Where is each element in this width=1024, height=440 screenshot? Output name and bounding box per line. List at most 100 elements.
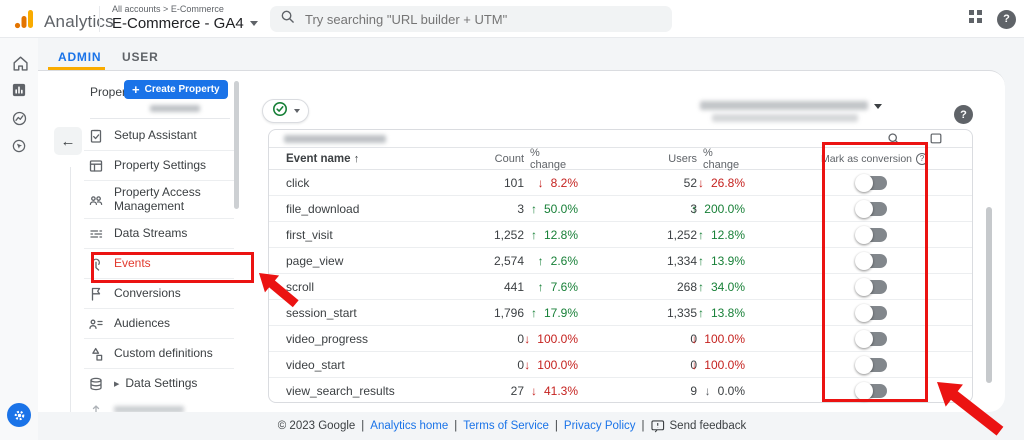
database-icon <box>88 376 104 392</box>
content-scrollbar[interactable] <box>986 207 992 383</box>
tab-user[interactable]: USER <box>122 50 159 64</box>
table-search-icon[interactable] <box>887 132 900 150</box>
count-cell: 1,252 <box>444 228 524 242</box>
mark-as-conversion-toggle[interactable] <box>857 202 887 216</box>
pct-change-value: 12.8% <box>711 228 745 242</box>
pct-change-value: 8.2% <box>551 176 578 190</box>
sidebar-item-label: Data Streams <box>114 227 187 241</box>
sidebar-item-property-access-management[interactable]: Property Access Management <box>84 181 234 219</box>
apps-grid-icon[interactable] <box>968 9 983 29</box>
window-icon <box>88 158 104 174</box>
pct-change-value: 50.0% <box>544 202 578 216</box>
ga4-admin-page: Analytics All accounts > E-Commerce E-Co… <box>0 0 1024 440</box>
arrow-up-icon: ↑ <box>691 202 697 216</box>
arrow-up-icon: ↑ <box>531 228 537 242</box>
column-mark-as-conversion: Mark as conversion ? <box>745 153 972 165</box>
arrow-down-icon: ↓ <box>691 332 697 346</box>
footer-link[interactable]: Analytics home <box>370 420 448 432</box>
sidebar-item-cut-off[interactable] <box>84 401 234 412</box>
toggle-knob <box>855 382 873 400</box>
mark-as-conversion-toggle[interactable] <box>857 358 887 372</box>
sidebar-item-setup-assistant[interactable]: Setup Assistant <box>84 121 234 151</box>
sidebar-item-events[interactable]: Events <box>84 249 234 279</box>
sidebar-item-data-settings[interactable]: ▶Data Settings <box>84 369 234 399</box>
help-icon[interactable]: ? <box>954 105 973 124</box>
mark-as-conversion-toggle[interactable] <box>857 280 887 294</box>
pct-change-value: 0.0% <box>718 384 745 398</box>
feedback-icon <box>651 420 665 433</box>
mark-as-conversion-toggle[interactable] <box>857 176 887 190</box>
streams-icon <box>88 226 104 242</box>
search-input[interactable] <box>305 12 645 27</box>
sidebar-item-custom-definitions[interactable]: Custom definitions <box>84 339 234 369</box>
send-feedback[interactable]: Send feedback <box>651 420 747 433</box>
help-icon[interactable]: ? <box>997 10 1016 29</box>
pct-change-cell: ↑200.0% <box>697 202 745 216</box>
chevron-down-icon <box>874 104 882 109</box>
create-property-button[interactable]: + Create Property <box>124 80 228 99</box>
users-cell: 1,335 <box>578 306 697 320</box>
sidebar-item-data-streams[interactable]: Data Streams <box>84 219 234 249</box>
toggle-knob <box>855 304 873 322</box>
property-menu: Setup AssistantProperty Settings Property… <box>84 121 234 399</box>
sidebar-item-property-settings[interactable]: Property Settings <box>84 151 234 181</box>
copyright-text: © 2023 Google <box>278 420 356 432</box>
pct-change-value: 41.3% <box>544 384 578 398</box>
event-status-filter[interactable] <box>262 99 309 123</box>
mark-as-conversion-toggle[interactable] <box>857 254 887 268</box>
count-cell: 0 <box>444 332 524 346</box>
redacted-compare-range <box>712 114 858 122</box>
mark-as-conversion-toggle[interactable] <box>857 384 887 398</box>
arrow-up-icon: ↑ <box>698 228 704 242</box>
count-cell: 2,574 <box>444 254 524 268</box>
pct-change-cell: ↑12.8% <box>524 228 578 242</box>
event-name-cell: session_start <box>269 306 444 320</box>
breadcrumb-chevron-icon: > <box>163 4 168 14</box>
mark-as-conversion-toggle[interactable] <box>857 332 887 346</box>
pct-change-value: 100.0% <box>537 332 578 346</box>
global-search[interactable] <box>270 6 672 32</box>
column-event-name[interactable]: Event name ↑ <box>269 153 444 165</box>
event-name-cell: scroll <box>269 280 444 294</box>
conversion-cell <box>745 254 972 268</box>
toggle-knob <box>855 200 873 218</box>
arrow-up-icon: ↑ <box>531 202 537 216</box>
footer-link[interactable]: Terms of Service <box>463 420 549 432</box>
export-icon[interactable] <box>929 131 943 150</box>
pct-change-cell: ↑13.9% <box>697 254 745 268</box>
table-row: file_download3↑50.0%3↑200.0% <box>269 196 972 222</box>
active-tab-underline <box>48 67 105 70</box>
expand-caret-icon[interactable]: ▶ <box>114 380 119 388</box>
footer-link[interactable]: Privacy Policy <box>564 420 636 432</box>
clipboard-check-icon <box>88 128 104 144</box>
mark-as-conversion-toggle[interactable] <box>857 306 887 320</box>
mark-as-conversion-toggle[interactable] <box>857 228 887 242</box>
tab-admin[interactable]: ADMIN <box>58 50 101 64</box>
pct-change-cell: ↓41.3% <box>524 384 578 398</box>
advertising-icon[interactable] <box>0 132 38 160</box>
reports-icon[interactable] <box>0 76 38 104</box>
toggle-knob <box>855 252 873 270</box>
toggle-knob <box>855 278 873 296</box>
footer-separator: | <box>642 420 645 432</box>
explore-icon[interactable] <box>0 104 38 132</box>
help-circle-icon[interactable]: ? <box>916 153 928 165</box>
property-list-scrollbar[interactable] <box>234 81 239 209</box>
event-name-cell: click <box>269 176 444 190</box>
left-nav-rail <box>0 38 38 440</box>
sidebar-item-audiences[interactable]: Audiences <box>84 309 234 339</box>
sidebar-item-label: Custom definitions <box>114 347 213 361</box>
property-selector[interactable]: E-Commerce - GA4 <box>112 15 258 32</box>
home-icon[interactable] <box>0 48 38 76</box>
redacted-date-range[interactable] <box>700 101 868 110</box>
sidebar-item-label: Events <box>114 257 151 271</box>
arrow-down-icon: ↓ <box>524 358 530 372</box>
sidebar-item-conversions[interactable]: Conversions <box>84 279 234 309</box>
back-arrow-button[interactable]: ← <box>54 127 82 155</box>
breadcrumb[interactable]: All accounts > E-Commerce <box>112 4 258 14</box>
sidebar-item-label: Property Access Management <box>114 186 234 214</box>
pct-change-cell: ↑13.8% <box>697 306 745 320</box>
admin-gear-icon[interactable] <box>7 403 31 427</box>
count-cell: 441 <box>444 280 524 294</box>
arrow-down-icon: ↓ <box>698 176 704 190</box>
